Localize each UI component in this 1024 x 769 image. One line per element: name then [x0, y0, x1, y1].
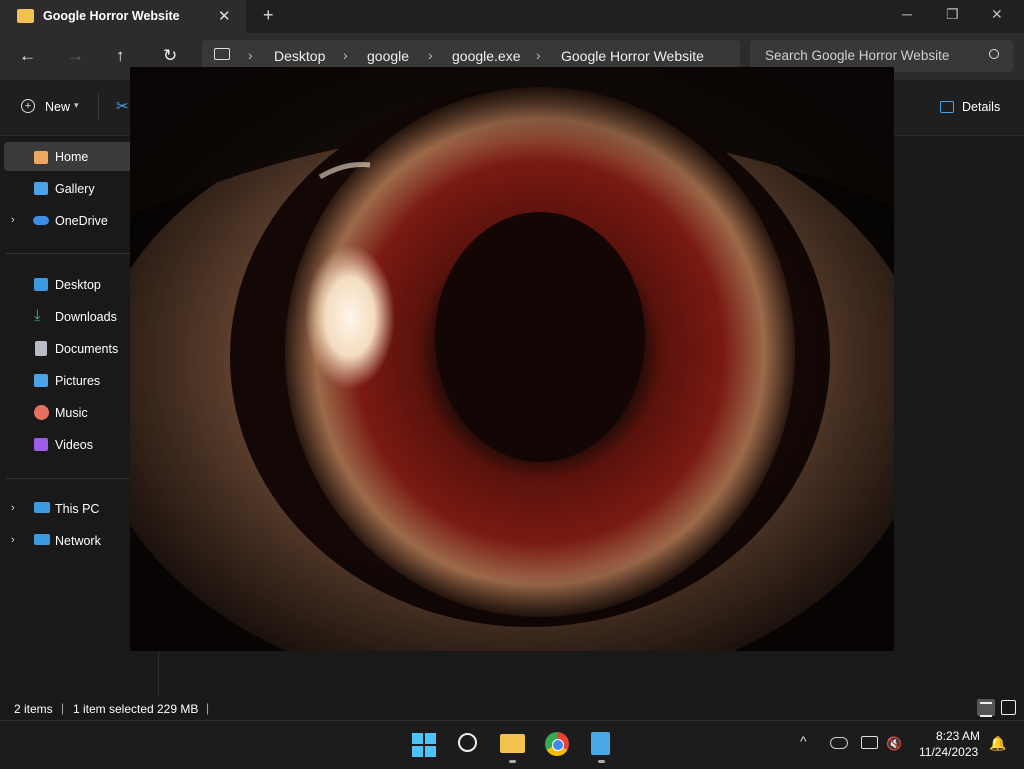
desktop-icon: [34, 278, 48, 291]
details-button-label: Details: [962, 100, 1001, 114]
this-pc-icon: [34, 502, 50, 513]
status-selected: 1 item selected: [73, 702, 154, 716]
chrome-taskbar-icon[interactable]: [545, 732, 569, 756]
up-button[interactable]: ↑: [116, 46, 125, 66]
new-tab-button[interactable]: +: [263, 5, 274, 26]
folder-icon: [17, 9, 34, 23]
eye-illustration: [130, 67, 894, 651]
sidebar-item-label: Gallery: [55, 182, 95, 196]
sidebar-item-label: Downloads: [55, 310, 117, 324]
close-window-button[interactable]: ✕: [991, 6, 1003, 23]
running-indicator: [509, 760, 516, 763]
chevron-right-icon: ›: [343, 47, 348, 63]
sidebar-item-label: Videos: [55, 438, 93, 452]
windows-logo-icon: [412, 733, 423, 744]
sidebar-item-label: OneDrive: [55, 214, 108, 228]
notepad-taskbar-icon[interactable]: [591, 732, 610, 755]
show-hidden-icons-button[interactable]: ^: [800, 733, 807, 749]
windows-logo-tile: [425, 733, 436, 744]
videos-icon: [34, 438, 48, 451]
plus-circle-icon: +: [21, 99, 35, 113]
sidebar-item-label: Documents: [55, 342, 119, 356]
network-icon: [34, 534, 50, 545]
taskbar-time[interactable]: 8:23 AM: [936, 729, 980, 743]
sidebar-item-label: This PC: [55, 502, 100, 516]
network-tray-icon[interactable]: [861, 736, 878, 749]
details-pane-icon: [940, 101, 954, 113]
toolbar-divider: [98, 94, 99, 120]
breadcrumb-current-folder[interactable]: Google Horror Website: [561, 48, 704, 64]
chrome-center: [552, 739, 564, 751]
computer-icon: [214, 48, 230, 60]
maximize-button[interactable]: ❐: [946, 6, 959, 23]
music-icon: [34, 405, 49, 420]
onedrive-icon: [33, 216, 49, 225]
forward-button[interactable]: →: [67, 46, 84, 66]
list-view-icon: [980, 702, 992, 717]
breadcrumb-desktop[interactable]: Desktop: [274, 48, 325, 64]
tab-title: Google Horror Website: [43, 9, 180, 23]
taskbar-date[interactable]: 11/24/2023: [919, 745, 978, 759]
chevron-right-icon: ›: [428, 47, 433, 63]
chevron-right-icon: ›: [536, 47, 541, 63]
breadcrumb-google[interactable]: google: [367, 48, 409, 64]
sidebar-item-label: Desktop: [55, 278, 101, 292]
back-button[interactable]: ←: [19, 46, 36, 66]
search-placeholder: Search Google Horror Website: [765, 48, 950, 63]
chevron-down-icon: ▾: [74, 100, 79, 110]
volume-muted-icon[interactable]: 🔇: [886, 736, 902, 752]
documents-icon: [35, 341, 47, 356]
start-button[interactable]: [412, 733, 436, 757]
minimize-button[interactable]: ─: [902, 6, 912, 22]
taskbar-search-icon[interactable]: [458, 733, 477, 752]
breadcrumb-google-exe[interactable]: google.exe: [452, 48, 521, 64]
status-separator: |: [61, 701, 65, 715]
file-explorer-taskbar-icon[interactable]: [500, 734, 525, 753]
search-icon: [989, 49, 999, 59]
sidebar-item-label: Network: [55, 534, 101, 548]
running-indicator: [598, 760, 605, 763]
sidebar-item-label: Pictures: [55, 374, 101, 388]
gallery-icon: [34, 182, 48, 195]
sidebar-item-label: Music: [55, 406, 88, 420]
onedrive-tray-icon[interactable]: [830, 737, 848, 749]
windows-logo-tile: [425, 746, 436, 757]
horror-eye-image: [130, 67, 894, 651]
pictures-icon: [34, 374, 48, 387]
windows-logo-tile: [412, 746, 423, 757]
status-item-count: 2 items: [14, 702, 53, 716]
close-tab-button[interactable]: ✕: [218, 7, 231, 25]
chevron-right-icon: ›: [248, 47, 253, 63]
tiles-view-button[interactable]: [1001, 700, 1016, 715]
notification-bell-icon[interactable]: 🔔: [989, 735, 1006, 752]
home-icon: [34, 151, 48, 164]
cut-icon[interactable]: ✂: [116, 97, 129, 115]
status-separator: |: [206, 701, 210, 715]
file-list-area[interactable]: [159, 651, 1024, 696]
downloads-icon: ⤓: [34, 307, 41, 324]
new-button-label: New: [45, 100, 71, 114]
status-size: 229 MB: [157, 702, 199, 716]
refresh-button[interactable]: ↻: [163, 46, 177, 66]
sidebar-item-label: Home: [55, 150, 89, 164]
